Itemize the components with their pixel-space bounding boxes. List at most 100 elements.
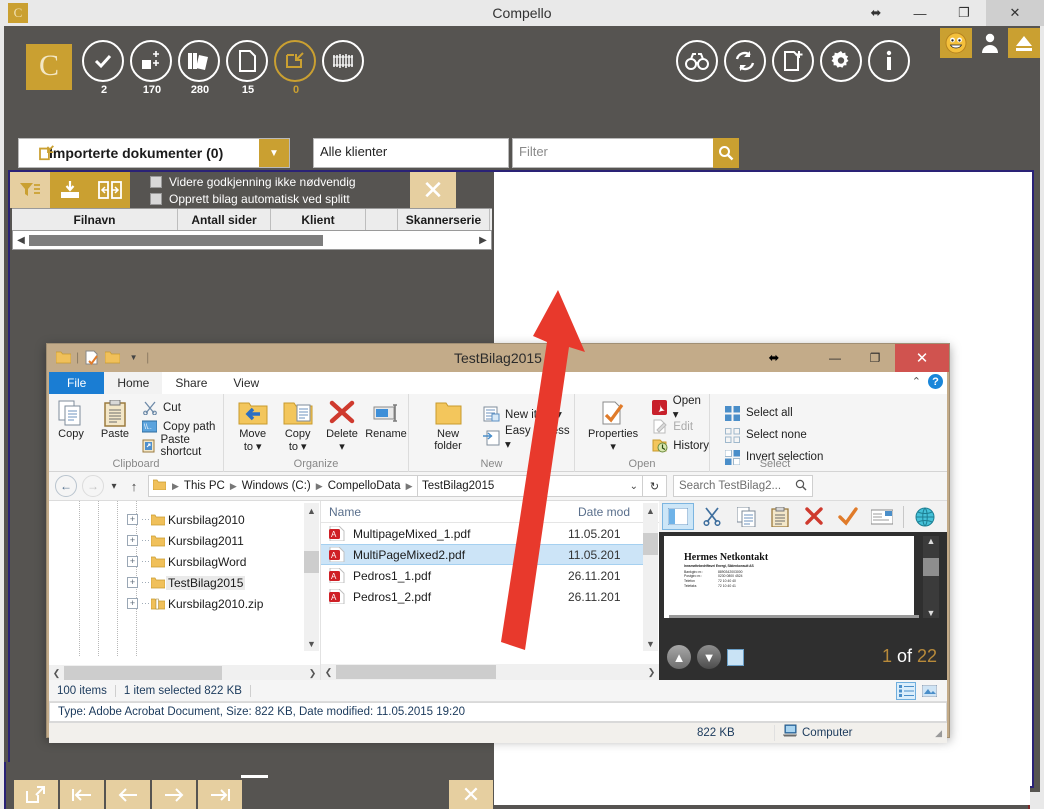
- breadcrumb[interactable]: ▶ This PC ▶ Windows (C:) ▶ CompelloData …: [148, 475, 478, 497]
- close-button[interactable]: ✕: [986, 0, 1044, 26]
- imported-documents-dropdown[interactable]: Importerte dokumenter (0) ▼: [18, 138, 290, 168]
- new-item-button[interactable]: New item ▾: [483, 402, 574, 426]
- maximize-button[interactable]: ❐: [855, 344, 895, 372]
- scroll-left-icon[interactable]: ❮: [321, 667, 336, 678]
- paste-button[interactable]: Paste: [93, 398, 137, 440]
- column-header-antall-sider[interactable]: Antall sider: [178, 209, 271, 231]
- next-page-icon[interactable]: [152, 780, 196, 809]
- tab-share[interactable]: Share: [162, 372, 220, 394]
- check-circle-icon-button[interactable]: 2: [82, 40, 126, 96]
- large-icons-view-icon[interactable]: [919, 682, 939, 700]
- open-external-icon[interactable]: [14, 780, 58, 809]
- preview-document[interactable]: Hermes Netkontakt Innsmeltebedriftsvei E…: [664, 536, 919, 618]
- file-row-pedros1-1[interactable]: A Pedros1_1.pdf 26.11.201: [321, 565, 643, 586]
- import-folder-icon[interactable]: [50, 172, 90, 208]
- chevron-down-icon[interactable]: ⌄: [630, 481, 638, 492]
- select-none-button[interactable]: Select none: [724, 424, 823, 446]
- minimize-button[interactable]: —: [815, 344, 855, 372]
- tab-view[interactable]: View: [220, 372, 272, 394]
- expand-icon[interactable]: +: [127, 556, 138, 567]
- scroll-thumb[interactable]: [923, 558, 939, 576]
- stop-icon[interactable]: [727, 648, 744, 666]
- checkbox-videre-godkjenning[interactable]: [150, 176, 162, 188]
- help-icon[interactable]: ?: [928, 374, 943, 389]
- document-icon-button[interactable]: 15: [226, 40, 270, 96]
- column-header-blank[interactable]: [366, 209, 398, 231]
- option-row[interactable]: Opprett bilag automatisk ved splitt: [150, 191, 356, 207]
- column-header-klient[interactable]: Klient: [271, 209, 366, 231]
- close-button[interactable]: ✕: [895, 344, 949, 372]
- search-input[interactable]: Search TestBilag2...: [673, 475, 813, 497]
- close-x-icon[interactable]: ✕: [410, 172, 456, 208]
- chevron-down-icon[interactable]: ▼: [259, 139, 289, 167]
- expand-icon[interactable]: +: [127, 535, 138, 546]
- back-button[interactable]: ←: [55, 475, 77, 497]
- easy-access-button[interactable]: Easy access ▾: [483, 425, 574, 451]
- cut-button[interactable]: Cut: [141, 398, 223, 417]
- client-filter-input[interactable]: Alle klienter: [313, 138, 509, 168]
- column-header-name[interactable]: Name: [321, 505, 576, 519]
- copy-icon[interactable]: [730, 503, 762, 530]
- scroll-down-icon[interactable]: ▼: [697, 645, 721, 669]
- refresh-icon[interactable]: ↻: [643, 475, 667, 497]
- distribute-icon-button[interactable]: 170: [130, 40, 174, 96]
- expand-icon[interactable]: +: [127, 598, 138, 609]
- expand-icon[interactable]: +: [127, 577, 138, 588]
- option-row[interactable]: Videre godkjenning ikke nødvendig: [150, 174, 356, 190]
- details-view-icon[interactable]: [896, 682, 916, 700]
- copy-button[interactable]: Copy: [49, 398, 93, 440]
- column-header-date-modified[interactable]: Date mod: [576, 505, 646, 519]
- forward-button[interactable]: →: [82, 475, 104, 497]
- breadcrumb-item-this-pc[interactable]: This PC: [182, 480, 227, 492]
- orange-check-icon[interactable]: [832, 503, 864, 530]
- tab-home[interactable]: Home: [104, 372, 163, 394]
- scroll-thumb[interactable]: [64, 666, 222, 680]
- globe-icon[interactable]: [909, 503, 941, 530]
- split-pages-icon[interactable]: [90, 172, 130, 208]
- paste-shortcut-button[interactable]: Paste shortcut: [141, 434, 223, 458]
- scroll-up-icon[interactable]: ▲: [643, 503, 658, 518]
- scroll-left-icon[interactable]: ❮: [49, 668, 64, 679]
- eject-icon[interactable]: [1008, 28, 1040, 58]
- layout-panel-icon[interactable]: [662, 503, 694, 530]
- history-button[interactable]: History: [651, 436, 709, 455]
- scroll-right-icon[interactable]: ▶: [475, 235, 491, 246]
- delete-button[interactable]: Delete ▾: [320, 398, 364, 453]
- preview-vertical-scrollbar[interactable]: ▲ ▼: [923, 536, 939, 618]
- resize-grip-icon[interactable]: ◢: [935, 728, 947, 739]
- scroll-thumb[interactable]: [336, 665, 496, 679]
- checkbox-opprett-bilag[interactable]: [150, 193, 162, 205]
- red-x-icon[interactable]: [798, 503, 830, 530]
- documents-horizontal-scrollbar[interactable]: ◀ ▶: [12, 230, 492, 250]
- scroll-up-icon[interactable]: ▲: [304, 503, 319, 518]
- minimize-button[interactable]: —: [898, 0, 942, 26]
- previous-page-icon[interactable]: [106, 780, 150, 809]
- last-page-icon[interactable]: [198, 780, 242, 809]
- tree-vertical-scrollbar[interactable]: ▲ ▼: [304, 503, 319, 651]
- binoculars-icon[interactable]: [676, 40, 718, 82]
- person-icon[interactable]: [974, 28, 1006, 58]
- tree-horizontal-scrollbar[interactable]: ❮ ❯: [49, 665, 320, 681]
- filter-icon[interactable]: [10, 172, 50, 208]
- refresh-icon[interactable]: [724, 40, 766, 82]
- file-row-multipagemixed-1[interactable]: A MultipageMixed_1.pdf 11.05.201: [321, 523, 643, 544]
- open-button[interactable]: Open ▾: [651, 395, 709, 421]
- tab-file[interactable]: File: [49, 372, 105, 394]
- move-to-button[interactable]: Move to ▾: [230, 398, 275, 453]
- rename-button[interactable]: Rename: [364, 398, 408, 440]
- scroll-right-icon[interactable]: ❯: [305, 668, 320, 679]
- filter-input[interactable]: Filter: [512, 138, 715, 168]
- file-row-pedros1-2[interactable]: A Pedros1_2.pdf 26.11.201: [321, 586, 643, 607]
- new-folder-button[interactable]: New folder: [417, 398, 479, 452]
- collapse-ribbon-icon[interactable]: ⌃: [912, 375, 921, 388]
- rename-field-icon[interactable]: [866, 503, 898, 530]
- tree-item-kursbilagword[interactable]: + ⋯ KursbilagWord: [49, 551, 304, 572]
- gear-icon[interactable]: [820, 40, 862, 82]
- file-list-vertical-scrollbar[interactable]: ▲ ▼: [643, 503, 658, 651]
- paste-icon[interactable]: [764, 503, 796, 530]
- breadcrumb-item-compellodata[interactable]: CompelloData: [326, 480, 403, 492]
- copy-to-button[interactable]: Copy to ▾: [275, 398, 320, 453]
- scroll-up-icon[interactable]: ▲: [667, 645, 691, 669]
- tree-item-kursbilag2010[interactable]: + ⋯ Kursbilag2010: [49, 509, 304, 530]
- tree-item-kursbilag2010-zip[interactable]: + ⋯ Kursbilag2010.zip: [49, 593, 304, 614]
